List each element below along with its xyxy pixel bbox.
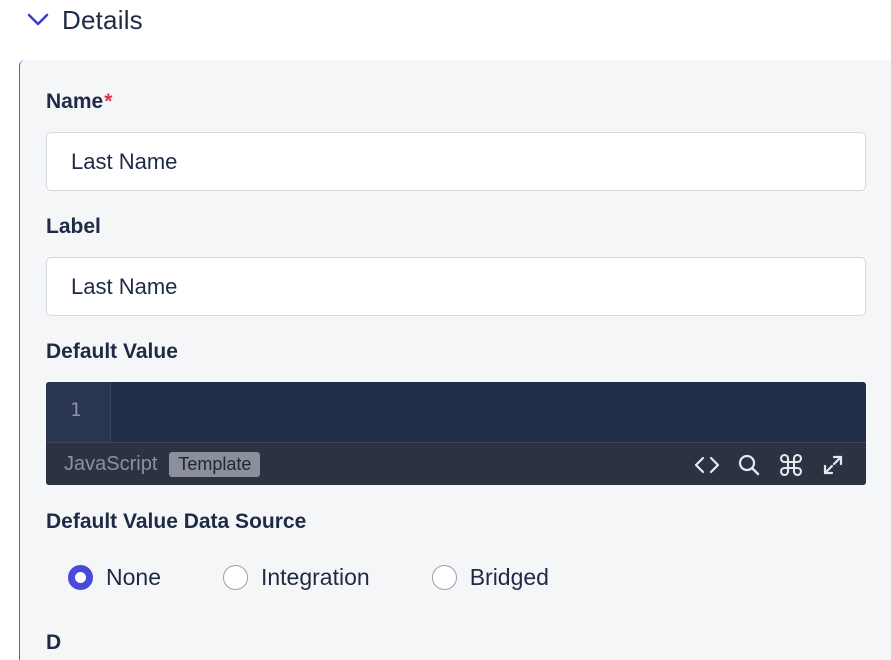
- expand-icon[interactable]: [820, 452, 846, 478]
- label-input[interactable]: [46, 257, 866, 316]
- default-value-code-editor: 1 JavaScript Template: [46, 382, 866, 485]
- editor-mode-tag[interactable]: Template: [169, 451, 261, 477]
- editor-language: JavaScript: [64, 452, 158, 475]
- name-label-text: Name: [46, 90, 104, 113]
- details-panel: Name* Label Default Value 1 JavaScript T…: [19, 60, 891, 660]
- editor-tools: [694, 443, 846, 485]
- section-title: Details: [62, 4, 143, 35]
- default-value-label: Default Value: [46, 340, 178, 363]
- radio-integration[interactable]: [222, 565, 248, 590]
- line-number: 1: [70, 399, 82, 421]
- command-icon[interactable]: [778, 452, 804, 478]
- required-asterisk: *: [104, 90, 113, 113]
- radio-bridged[interactable]: [431, 565, 457, 590]
- next-field-label: D: [46, 631, 62, 654]
- label-field-label: Label: [46, 215, 101, 238]
- radio-option-bridged[interactable]: Bridged: [431, 564, 549, 591]
- editor-gutter: 1: [46, 382, 111, 442]
- name-field-label: Name*: [46, 90, 112, 114]
- radio-option-none[interactable]: None: [68, 564, 161, 591]
- editor-code-area[interactable]: [112, 382, 866, 442]
- chevron-down-icon: [27, 13, 49, 26]
- radio-label-bridged: Bridged: [469, 564, 549, 590]
- details-section-toggle[interactable]: Details: [26, 4, 143, 36]
- radio-label-integration: Integration: [260, 564, 370, 590]
- data-source-label: Default Value Data Source: [46, 510, 307, 533]
- name-input[interactable]: [46, 132, 866, 191]
- data-source-radio-group: None Integration Bridged: [68, 564, 549, 591]
- radio-none[interactable]: [68, 565, 93, 590]
- search-icon[interactable]: [736, 452, 762, 478]
- radio-option-integration[interactable]: Integration: [222, 564, 370, 591]
- radio-label-none: None: [106, 564, 161, 590]
- code-icon[interactable]: [694, 452, 720, 478]
- editor-footer: JavaScript Template: [46, 442, 866, 485]
